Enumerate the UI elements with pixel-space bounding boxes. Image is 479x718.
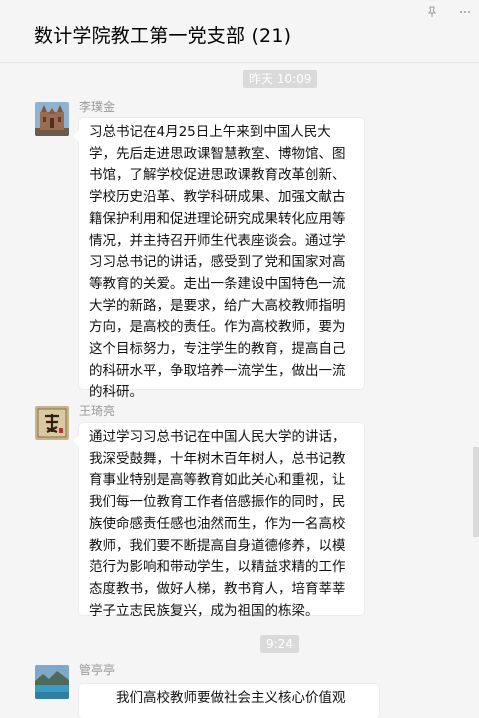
sender-name: 李璞金	[79, 100, 116, 114]
avatar-cathedral-photo	[35, 102, 69, 136]
avatar-lake-photo	[35, 665, 69, 699]
message-bubble[interactable]: 通过学习习总书记在中国人民大学的讲话，我深受鼓舞，十年树木百年树人，总书记教育事…	[73, 423, 364, 619]
timestamp: 昨天 10:09	[243, 70, 318, 88]
timestamp: 9:24	[260, 635, 299, 653]
sender-name: 王琦亮	[79, 404, 116, 418]
avatar[interactable]	[35, 102, 69, 136]
more-icon[interactable]	[459, 6, 471, 18]
message-bubble[interactable]: 我们高校教师要做社会主义核心价值观	[79, 684, 379, 718]
scroll-thumb[interactable]	[473, 447, 479, 537]
sender-name: 管亭亭	[79, 663, 116, 677]
avatar[interactable]	[35, 406, 69, 440]
scrollbar[interactable]	[473, 62, 479, 714]
chat-header: 数计学院教工第一党支部 (21)	[0, 0, 479, 63]
avatar[interactable]	[35, 665, 69, 699]
avatar-calligraphy	[35, 406, 69, 440]
pin-icon[interactable]	[426, 6, 438, 18]
chat-title[interactable]: 数计学院教工第一党支部 (21)	[34, 21, 291, 48]
message-bubble[interactable]: 习总书记在4月25日上午来到中国人民大学，先后走进思政课智慧教室、博物馆、图书馆…	[73, 118, 364, 400]
